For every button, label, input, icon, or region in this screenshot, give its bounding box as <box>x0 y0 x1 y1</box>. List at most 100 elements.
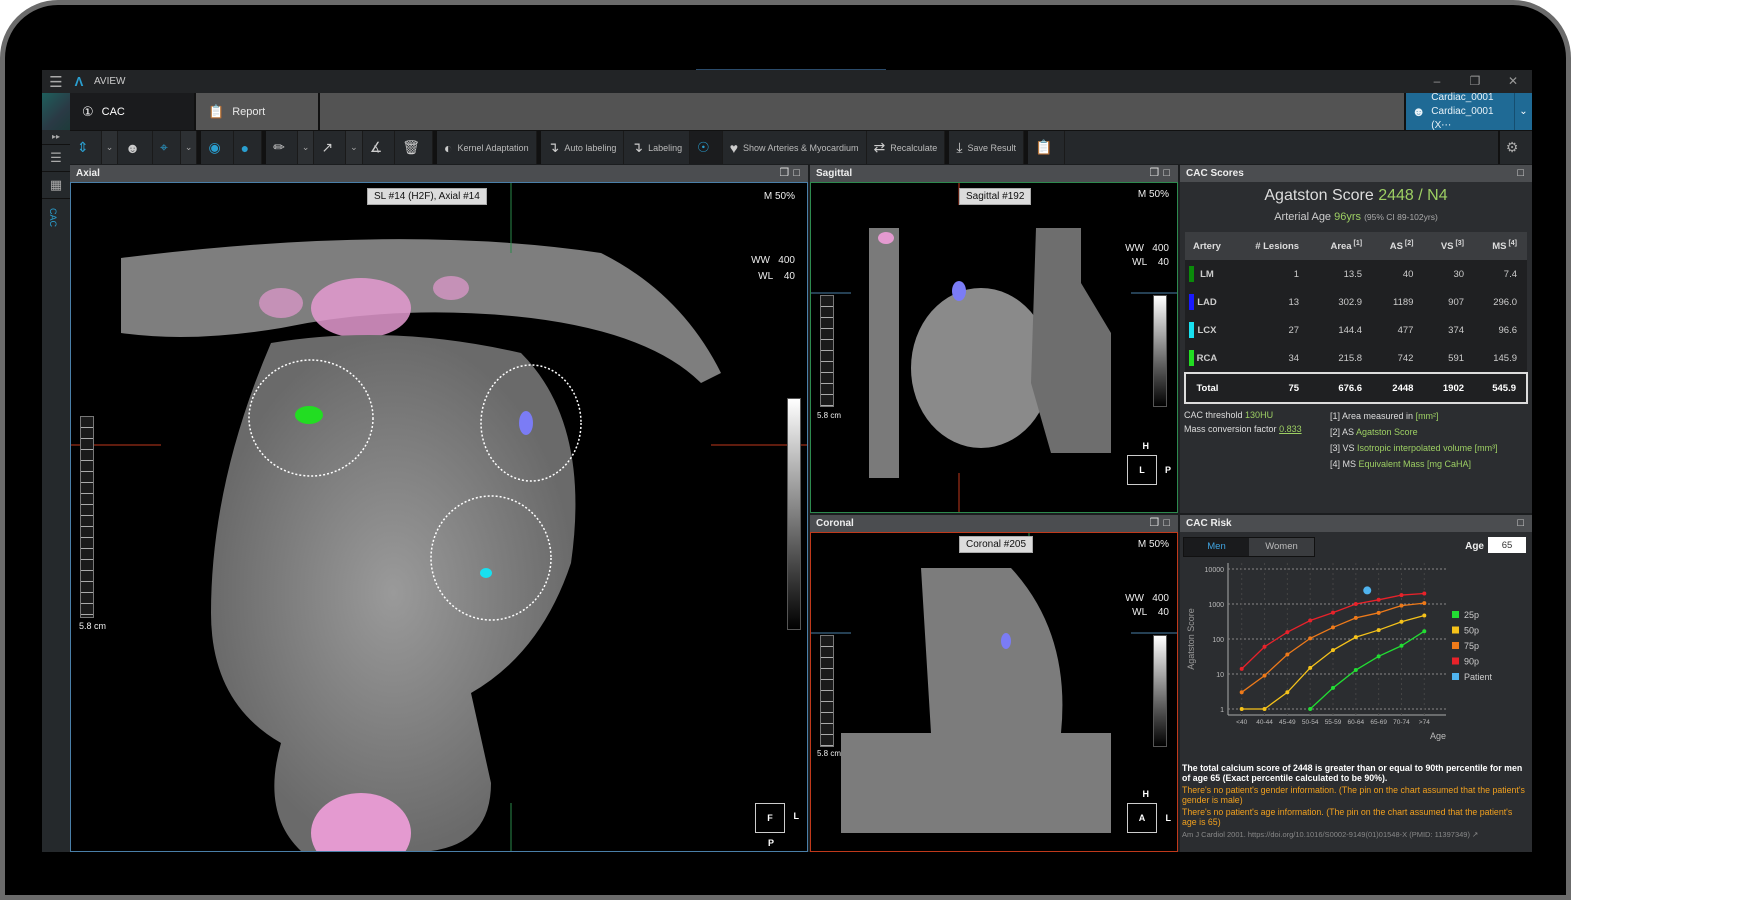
maximize-icon[interactable]: □ <box>793 167 804 179</box>
mask-eye-icon: ● <box>240 139 250 156</box>
sagittal-panel: Sagittal ❐□ Sagittal #192 M 50% WW 400 W… <box>810 165 1178 513</box>
table-row[interactable]: LM 1 13.5 40 30 7.4 <box>1185 260 1527 288</box>
coronal-window-bar[interactable] <box>1153 635 1167 747</box>
3d-measure-button[interactable]: ↗ <box>314 131 347 164</box>
data-point-75p <box>1331 625 1335 630</box>
data-point-25p <box>1308 707 1313 711</box>
sidebar-cac-label[interactable]: CAC <box>48 208 58 227</box>
data-point-90p <box>1262 644 1267 649</box>
axial-viewport[interactable]: SL #14 (H2F), Axial #14 M 50% WW 400 WL … <box>70 182 808 852</box>
angle-list-button[interactable]: ∡ <box>363 131 396 164</box>
gender-women-button[interactable]: Women <box>1249 538 1314 556</box>
maximize-icon[interactable]: □ <box>1517 517 1528 529</box>
maximize-icon[interactable]: □ <box>1517 167 1528 179</box>
settings-gear-icon[interactable]: ⚙ <box>1498 131 1524 164</box>
expand-sidebar-icon[interactable]: ▸▸ <box>42 130 70 145</box>
data-point-90p <box>1308 618 1313 623</box>
patient-info-button[interactable]: ☻ <box>118 131 154 164</box>
sagittal-scale-label: 5.8 cm <box>817 411 842 420</box>
footnote: [3] VS Isotropic interpolated volume [mm… <box>1330 443 1498 453</box>
kernel-adaptation-label: Kernel Adaptation <box>457 142 529 153</box>
artery-color-swatch <box>1189 322 1194 338</box>
hamburger-menu-icon[interactable]: ☰ <box>42 73 70 91</box>
age-input[interactable] <box>1488 537 1526 553</box>
tab-report[interactable]: 📋 Report <box>196 93 318 130</box>
total-row: Total 75 676.6 2448 1902 545.9 <box>1184 372 1528 404</box>
scroll-tool-dropdown[interactable]: ⌄ <box>101 131 119 164</box>
mask-visibility-button[interactable]: ● <box>234 131 263 164</box>
y-tick-label: 10000 <box>1205 567 1225 574</box>
data-point-90p <box>1331 610 1335 615</box>
coronal-viewport[interactable]: Coronal #205 M 50% WW 400 WL 40 5.8 cm H… <box>810 532 1178 852</box>
copy-icon[interactable]: ❐ <box>779 167 793 179</box>
labeling-button[interactable]: ↴ Labeling <box>624 131 691 164</box>
sagittal-scale-ruler <box>820 295 834 407</box>
maximize-icon[interactable]: □ <box>1163 167 1174 179</box>
arterial-age-value: 96yrs <box>1334 211 1362 223</box>
table-row[interactable]: LCX 27 144.4 477 374 96.6 <box>1185 316 1527 344</box>
cell-artery: LM <box>1185 260 1228 288</box>
delete-button[interactable]: 🗑 <box>395 131 434 164</box>
auto-labeling-button[interactable]: ↴ Auto labeling <box>541 131 625 164</box>
copy-icon[interactable]: ❐ <box>1149 517 1163 529</box>
artery-color-swatch <box>1189 266 1194 282</box>
legend-swatch-Patient <box>1452 673 1459 680</box>
recalculate-button[interactable]: ⇄ Recalculate <box>867 131 946 164</box>
data-point-25p <box>1422 629 1427 634</box>
patient-id: Cardiac_0001 <box>1431 91 1494 103</box>
column-header-artery: Artery <box>1185 232 1228 260</box>
lesion-target-button[interactable]: ☉ <box>690 131 723 164</box>
gender-warning: There's no patient's gender information.… <box>1182 785 1525 805</box>
external-link-icon[interactable]: ↗ <box>1472 830 1478 839</box>
coronal-header: Coronal ❐□ <box>810 515 1178 532</box>
arterial-age-ci: (95% CI 89-102yrs) <box>1364 212 1438 222</box>
cell-vs: 374 <box>1423 316 1475 344</box>
kernel-adaptation-button[interactable]: ◐ Kernel Adaptation <box>437 131 537 164</box>
axial-window-bar[interactable] <box>787 398 801 630</box>
x-axis-title: Age <box>1430 731 1446 741</box>
scroll-tool-button[interactable]: ⇕ <box>70 131 102 164</box>
ruler-button[interactable]: ✏ <box>266 131 298 164</box>
reference-link[interactable]: Am J Cardiol 2001. https://doi.org/10.10… <box>1182 830 1528 840</box>
crosshair-dropdown[interactable]: ⌄ <box>180 131 198 164</box>
cell-area: 302.9 <box>1309 288 1373 316</box>
sagittal-window-bar[interactable] <box>1153 295 1167 407</box>
mass-conversion: Mass conversion factor 0.833 <box>1184 424 1302 434</box>
scroll-arrows-icon: ⇕ <box>77 139 89 155</box>
tab-cac[interactable]: ① CAC <box>70 93 194 130</box>
data-point-50p <box>1262 707 1267 711</box>
overlay-visibility-button[interactable]: ◉ <box>201 131 234 164</box>
copy-icon[interactable]: ❐ <box>1149 167 1163 179</box>
legend-label-25p: 25p <box>1464 610 1479 620</box>
crosshair-button[interactable]: ⌖ <box>153 131 181 164</box>
patient-selector[interactable]: ☻ Cardiac_0001 Cardiac_0001 (X⋯ <box>1406 91 1514 131</box>
heart-eye-icon: ♥ <box>729 139 738 156</box>
data-point-25p <box>1376 654 1381 659</box>
x-tick-label: >74 <box>1419 719 1430 726</box>
gender-men-button[interactable]: Men <box>1184 538 1249 556</box>
data-point-25p <box>1353 668 1358 673</box>
grid-layout-icon[interactable]: ▦ <box>42 172 70 199</box>
sagittal-window-width: WW 400 <box>1125 243 1169 254</box>
sagittal-orient-right: P <box>1164 465 1171 475</box>
legend-swatch-50p <box>1452 626 1459 634</box>
cac-risk-header: CAC Risk □ <box>1180 515 1532 532</box>
3d-measure-dropdown[interactable]: ⌄ <box>346 131 363 164</box>
x-tick-label: 40-44 <box>1256 719 1273 726</box>
scores-table: Artery # Lesions Area [1] AS [2] VS [3] MS [4… <box>1184 232 1528 404</box>
report-clipboard-button[interactable]: 📋 <box>1028 131 1066 164</box>
mass-conversion-value[interactable]: 0.833 <box>1279 424 1302 434</box>
show-arteries-button[interactable]: ♥ Show Arteries & Myocardium <box>723 131 867 164</box>
save-result-button[interactable]: ⤓ Save Result <box>949 131 1025 164</box>
maximize-icon[interactable]: □ <box>1163 517 1174 529</box>
ruler-icon: ✏ <box>273 139 285 155</box>
artery-color-swatch <box>1189 350 1194 366</box>
table-row[interactable]: RCA 34 215.8 742 591 145.9 <box>1185 344 1527 373</box>
ruler-dropdown[interactable]: ⌄ <box>297 131 315 164</box>
column-header-area: Area [1] <box>1309 232 1373 260</box>
axial-title: Axial <box>76 168 100 179</box>
patient-dropdown-chevron-icon[interactable]: ⌄ <box>1514 93 1532 130</box>
list-view-icon[interactable]: ☰ <box>42 145 70 172</box>
sagittal-viewport[interactable]: Sagittal #192 M 50% WW 400 WL 40 5.8 cm … <box>810 182 1178 513</box>
table-row[interactable]: LAD 13 302.9 1189 907 296.0 <box>1185 288 1527 316</box>
